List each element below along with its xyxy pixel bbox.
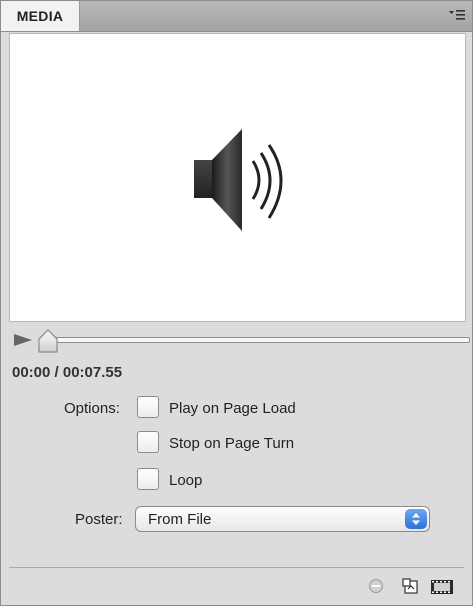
- stop-on-page-turn-checkbox[interactable]: [137, 431, 159, 453]
- options-label: Options:: [64, 400, 120, 417]
- tab-media[interactable]: MEDIA: [1, 1, 80, 31]
- media-preview: [9, 33, 466, 322]
- poster-icon[interactable]: [402, 578, 420, 601]
- poster-select[interactable]: From File: [135, 506, 430, 532]
- poster-label: Poster:: [75, 511, 123, 528]
- time-readout: 00:00 / 00:07.55: [12, 364, 123, 381]
- panel-menu-icon[interactable]: [448, 7, 466, 23]
- media-panel: MEDIA 00:00 / 00:07.55 Options: Play on …: [0, 0, 473, 606]
- play-on-page-load-label: Play on Page Load: [169, 400, 296, 417]
- video-strip-icon[interactable]: [429, 578, 455, 601]
- play-icon[interactable]: [13, 333, 35, 352]
- play-on-page-load-checkbox[interactable]: [137, 396, 159, 418]
- select-arrows-icon: [405, 509, 427, 529]
- speaker-icon: [192, 119, 302, 249]
- clear-icon[interactable]: [368, 578, 384, 599]
- panel-tab-bar: MEDIA: [1, 1, 472, 32]
- transport-bar: [9, 324, 470, 354]
- loop-label: Loop: [169, 472, 203, 489]
- poster-select-value: From File: [148, 511, 212, 528]
- stop-on-page-turn-label: Stop on Page Turn: [169, 435, 295, 452]
- scrubber-thumb-icon[interactable]: [38, 329, 58, 358]
- loop-checkbox[interactable]: [137, 468, 159, 490]
- footer-divider: [9, 567, 464, 568]
- scrubber-track[interactable]: [47, 337, 470, 343]
